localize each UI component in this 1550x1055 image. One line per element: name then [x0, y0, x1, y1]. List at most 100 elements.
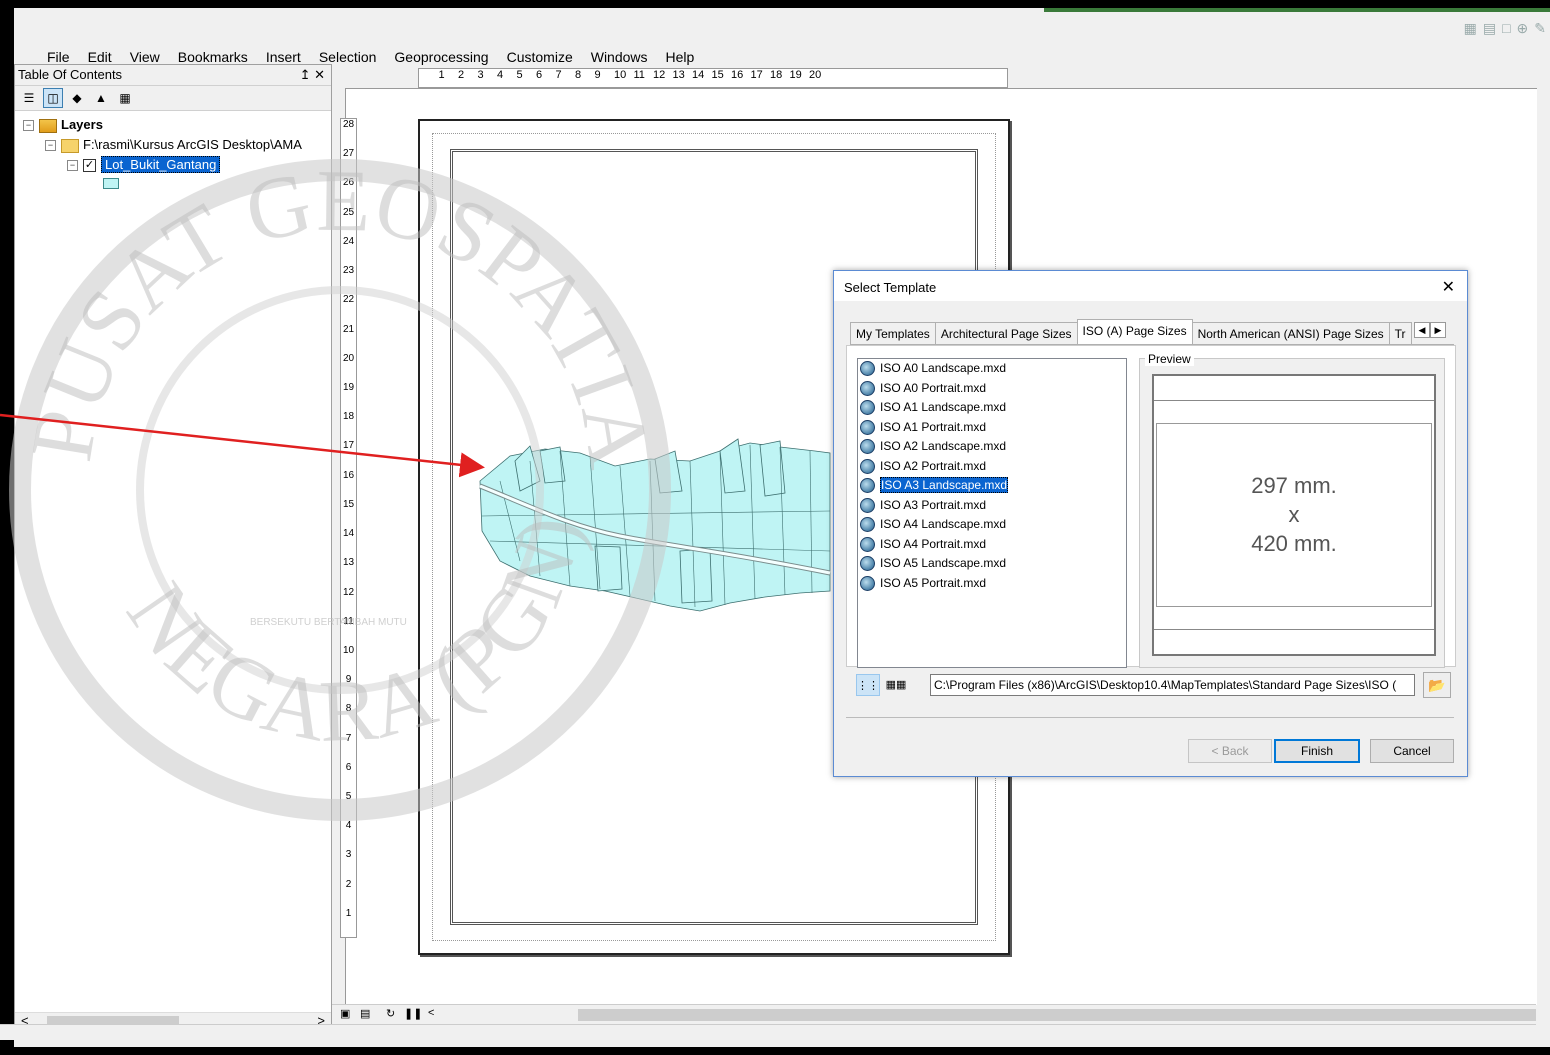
- table-of-contents: Table Of Contents ↥ ✕ ☰ ◫ ◆ ▲ ▦ − Layers …: [14, 64, 332, 1032]
- tree-row-layer[interactable]: − ✓ Lot_Bukit_Gantang: [15, 155, 331, 175]
- layout-view-icon[interactable]: ▤: [360, 1007, 370, 1020]
- template-file-name: ISO A3 Portrait.mxd: [880, 497, 987, 512]
- ruler-tick: 4: [497, 69, 504, 81]
- tab-right-icon[interactable]: ▶: [1430, 322, 1446, 338]
- template-tabs: My Templates Architectural Page Sizes IS…: [850, 319, 1454, 345]
- template-list-item[interactable]: ISO A0 Portrait.mxd: [858, 379, 1126, 399]
- frame-icon[interactable]: □: [1502, 20, 1510, 37]
- ruler-tick: 24: [342, 235, 355, 247]
- parcel: [679, 548, 713, 604]
- ruler-tick: 3: [477, 69, 484, 81]
- layer-label[interactable]: Lot_Bukit_Gantang: [101, 156, 221, 173]
- menu-help[interactable]: Help: [657, 48, 704, 68]
- mxd-file-icon: [860, 556, 875, 572]
- layout-zoom-icon[interactable]: ▦: [1464, 20, 1477, 37]
- collapse-icon[interactable]: −: [45, 140, 56, 152]
- menu-customize[interactable]: Customize: [498, 48, 582, 68]
- ruler-tick: 15: [342, 498, 355, 510]
- thumbnail-view-icon[interactable]: ▦▦: [884, 674, 908, 696]
- layers-icon: [39, 118, 57, 133]
- template-list-item[interactable]: ISO A4 Landscape.mxd: [858, 515, 1126, 535]
- ruler-tick: [419, 69, 439, 87]
- ruler-tick: 19: [342, 381, 355, 393]
- template-list-item[interactable]: ISO A1 Portrait.mxd: [858, 418, 1126, 438]
- template-list-item[interactable]: ISO A2 Portrait.mxd: [858, 457, 1126, 477]
- browse-folder-icon[interactable]: 📂: [1423, 672, 1451, 698]
- page-icon[interactable]: ▤: [1483, 20, 1496, 37]
- preview-height: 420 mm.: [1251, 531, 1337, 556]
- ruler-tick: 5: [345, 791, 352, 803]
- template-list-item[interactable]: ISO A1 Landscape.mxd: [858, 398, 1126, 418]
- template-list-item[interactable]: ISO A5 Landscape.mxd: [858, 554, 1126, 574]
- ruler-tick: 11: [633, 69, 645, 81]
- ruler-tick: 12: [342, 586, 355, 598]
- template-list-item[interactable]: ISO A0 Landscape.mxd: [858, 359, 1126, 379]
- template-list-item[interactable]: ISO A3 Landscape.mxd: [858, 476, 1126, 496]
- close-icon[interactable]: ✕: [1442, 271, 1455, 305]
- cancel-button[interactable]: Cancel: [1370, 739, 1454, 763]
- mxd-file-icon: [860, 497, 875, 513]
- template-list-item[interactable]: ISO A4 Portrait.mxd: [858, 535, 1126, 555]
- menu-geoprocessing[interactable]: Geoprocessing: [385, 48, 497, 68]
- template-file-name: ISO A2 Portrait.mxd: [880, 458, 987, 473]
- collapse-icon[interactable]: −: [23, 120, 34, 132]
- collapse-icon[interactable]: −: [67, 160, 78, 172]
- preview-rule: [1154, 400, 1434, 401]
- dialog-title: Select Template: [844, 280, 937, 295]
- layers-label: Layers: [61, 117, 103, 132]
- finish-button[interactable]: Finish: [1274, 739, 1360, 763]
- ruler-tick: 8: [575, 69, 582, 81]
- tab-truncated[interactable]: Tr: [1388, 322, 1412, 344]
- tab-architectural[interactable]: Architectural Page Sizes: [934, 322, 1078, 344]
- toc-toolbar: ☰ ◫ ◆ ▲ ▦: [15, 86, 331, 111]
- tab-left-icon[interactable]: ◀: [1414, 322, 1430, 338]
- tab-north-american[interactable]: North American (ANSI) Page Sizes: [1191, 322, 1390, 344]
- template-list-item[interactable]: ISO A2 Landscape.mxd: [858, 437, 1126, 457]
- layout-scroll-thumb[interactable]: [578, 1009, 1536, 1021]
- tab-scroll-arrows: ◀ ▶: [1414, 322, 1446, 338]
- horizontal-ruler: 1 2 3 4 5 6 7 8 9 10 11 12 13 14 15 16 17 18 19 20: [418, 68, 1008, 88]
- template-path-field[interactable]: C:\Program Files (x86)\ArcGIS\Desktop10.…: [930, 674, 1415, 696]
- ruler-tick: 17: [750, 69, 763, 81]
- scroll-left-icon[interactable]: <: [428, 1007, 434, 1019]
- template-file-list[interactable]: ISO A0 Landscape.mxd ISO A0 Portrait.mxd I…: [857, 358, 1127, 668]
- template-list-item[interactable]: ISO A3 Portrait.mxd: [858, 496, 1126, 516]
- symbol-swatch[interactable]: [103, 178, 119, 189]
- list-by-source-icon[interactable]: ◫: [43, 88, 63, 108]
- preview-group: Preview 297 mm. x 420 mm.: [1139, 352, 1445, 668]
- ruler-tick: 23: [342, 265, 355, 277]
- pencil-icon[interactable]: ✎: [1534, 20, 1546, 37]
- list-by-drawing-order-icon[interactable]: ☰: [19, 88, 39, 108]
- tree-row-symbol[interactable]: [15, 175, 331, 195]
- back-button[interactable]: < Back: [1188, 739, 1272, 763]
- template-list-item[interactable]: ISO A5 Portrait.mxd: [858, 574, 1126, 594]
- mxd-file-icon: [860, 361, 875, 377]
- path-row: ⋮⋮ ▦▦ C:\Program Files (x86)\ArcGIS\Desk…: [856, 672, 1451, 698]
- data-view-icon[interactable]: ▣: [340, 1007, 350, 1020]
- tab-my-templates[interactable]: My Templates: [850, 322, 936, 344]
- pause-icon[interactable]: ❚❚: [404, 1007, 422, 1020]
- target-icon[interactable]: ⊕: [1517, 20, 1529, 37]
- ruler-tick: 2: [345, 878, 352, 890]
- refresh-icon[interactable]: ↻: [386, 1007, 395, 1020]
- mxd-file-icon: [860, 439, 875, 455]
- preview-rule: [1154, 629, 1434, 630]
- tab-iso-a[interactable]: ISO (A) Page Sizes: [1076, 319, 1193, 344]
- list-by-visibility-icon[interactable]: ◆: [67, 88, 87, 108]
- preview-x: x: [1288, 502, 1300, 527]
- layer-visibility-checkbox[interactable]: ✓: [83, 159, 96, 173]
- options-icon[interactable]: ▦: [115, 88, 135, 108]
- ruler-tick: 21: [342, 323, 355, 335]
- layout-bottom-bar: ▣ ▤ ↻ ❚❚ <: [332, 1004, 1536, 1025]
- template-file-name: ISO A4 Landscape.mxd: [880, 517, 1007, 531]
- list-view-icon[interactable]: ⋮⋮: [856, 674, 880, 696]
- ruler-tick: 13: [342, 557, 355, 569]
- toc-pin-close[interactable]: ↥ ✕: [300, 65, 325, 85]
- ruler-tick: 7: [345, 732, 352, 744]
- menu-windows[interactable]: Windows: [582, 48, 657, 68]
- tree-row-folder[interactable]: − F:\rasmi\Kursus ArcGIS Desktop\AMA: [15, 135, 331, 155]
- list-by-selection-icon[interactable]: ▲: [91, 88, 111, 108]
- tree-row-layers[interactable]: − Layers: [15, 115, 331, 135]
- ruler-tick: 11: [343, 615, 354, 627]
- ruler-tick: 15: [711, 69, 724, 81]
